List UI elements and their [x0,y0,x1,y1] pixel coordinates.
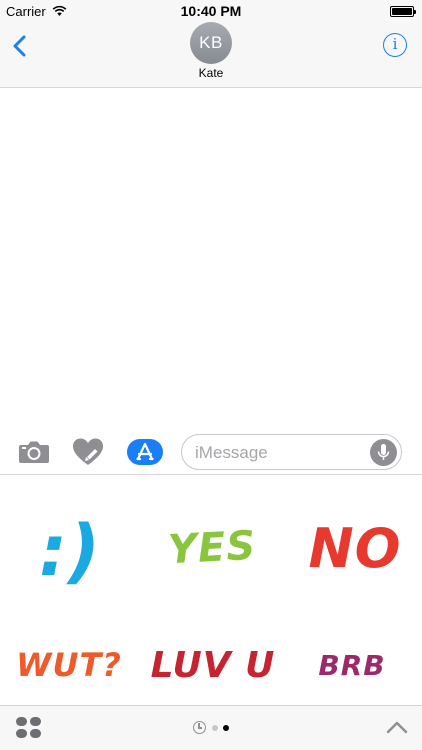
heart-icon [73,438,103,465]
app-store-button[interactable] [127,439,163,465]
page-dot-2-active[interactable] [223,725,229,731]
sticker-grid: :) YES NO WUT? LUV U BRB [0,475,422,705]
page-indicator[interactable] [193,721,233,735]
clock-icon[interactable] [193,721,206,734]
contact-name[interactable]: Kate [0,66,422,80]
app-store-icon [136,442,154,461]
app-drawer-icon [16,717,41,738]
message-placeholder: iMessage [195,443,268,462]
sticker-label: LUV U [151,645,276,686]
info-icon[interactable]: i [383,33,407,57]
contact-avatar[interactable]: KB [190,22,232,64]
sticker-label: :) [39,510,101,592]
message-input[interactable]: iMessage [181,434,402,470]
sticker-label: YES [167,523,257,574]
app-bar [0,705,422,750]
status-bar: Carrier 10:40 PM [0,0,422,22]
sticker-wut[interactable]: WUT? [14,640,124,688]
camera-icon [19,441,49,463]
sticker-label: NO [308,517,401,580]
message-input-bar: iMessage [0,429,422,475]
digital-touch-button[interactable] [71,436,105,468]
page-dot-1[interactable] [212,725,218,731]
chevron-up-icon [386,721,408,734]
sticker-luv-u[interactable]: LUV U [151,635,275,691]
back-button[interactable] [10,34,32,58]
status-time: 10:40 PM [180,3,242,19]
sticker-yes[interactable]: YES [160,515,264,579]
microphone-icon [377,444,390,460]
sticker-smiley[interactable]: :) [20,505,120,595]
expand-button[interactable] [386,719,408,735]
chevron-left-icon [13,35,26,57]
microphone-button[interactable] [370,439,397,466]
app-drawer-button[interactable] [16,717,42,739]
sticker-label: WUT? [16,646,122,684]
sticker-brb[interactable]: BRB [314,643,390,687]
sticker-no[interactable]: NO [308,510,401,585]
sticker-label: BRB [318,649,385,682]
battery-icon [390,6,416,17]
message-thread [0,89,422,429]
conversation-header: KB Kate i [0,22,422,88]
camera-button[interactable] [18,439,50,465]
